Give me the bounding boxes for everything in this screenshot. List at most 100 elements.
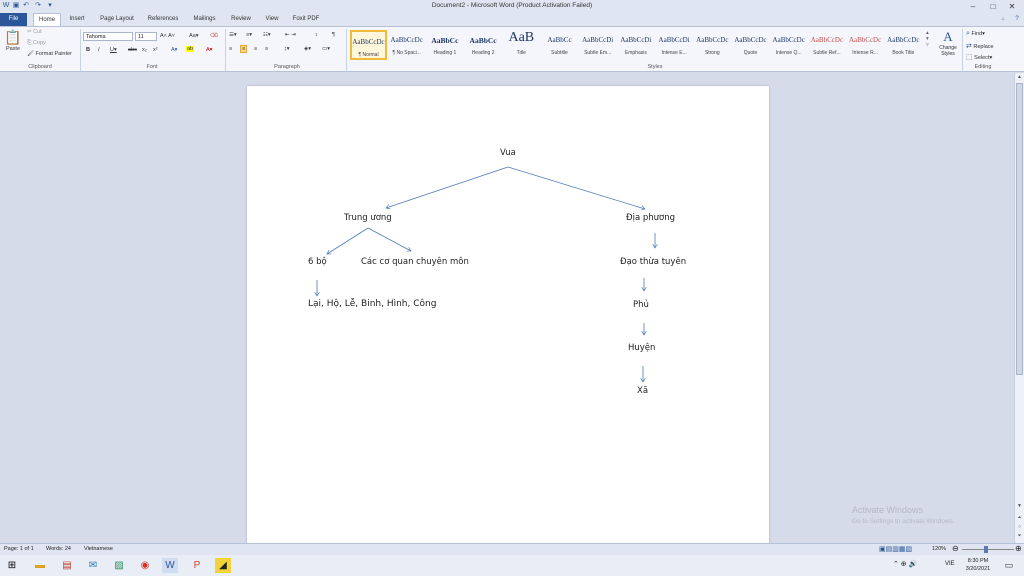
vertical-scrollbar[interactable]: ▲ ▼ ⏶ ○ ⏷ (1014, 73, 1024, 543)
tab-references[interactable]: References (144, 13, 182, 26)
app-icon[interactable]: ▤ (59, 558, 75, 573)
style-10[interactable]: AaBbCcDc Strong (694, 30, 731, 60)
subscript-button[interactable]: x₂ (142, 47, 147, 53)
gallery-scroll-icon[interactable]: ▴ ▾ ▿ (926, 30, 929, 48)
style-name: Book Title (892, 50, 915, 56)
select-icon: ⬚ (966, 54, 973, 61)
font-size-select[interactable]: 11 (135, 32, 157, 41)
notifications-icon[interactable]: ▭ (1001, 558, 1017, 573)
scroll-thumb[interactable] (1016, 83, 1023, 375)
style-3[interactable]: AaBbCc Heading 1 (426, 30, 463, 60)
justify-button[interactable]: ≡ (265, 46, 268, 52)
style-sample: AaBbCcDi (620, 36, 652, 44)
minimize-ribbon-icon[interactable]: ▵ (998, 13, 1008, 26)
grow-font-button[interactable]: A˄ A˅ (160, 33, 175, 39)
style-14[interactable]: AaBbCcDc Intense R... (847, 30, 884, 60)
style-2[interactable]: AaBbCcDc ¶ No Spaci... (388, 30, 425, 60)
format-painter-button[interactable]: 🖌 Format Painter (27, 51, 72, 57)
clock-time[interactable]: 8:30 PM (966, 558, 990, 564)
zoom-in-icon[interactable]: ⊕ (1015, 544, 1022, 553)
page-count[interactable]: Page: 1 of 1 (4, 546, 34, 552)
text-effects-icon[interactable]: A▾ (171, 47, 177, 53)
help-icon[interactable]: ? (1012, 13, 1022, 26)
tab-view[interactable]: View (261, 13, 283, 26)
style-15[interactable]: AaBbCcDc Book Title (885, 30, 922, 60)
tab-foxit-pdf[interactable]: Foxit PDF (289, 13, 323, 26)
highlight-icon[interactable]: ab (186, 46, 195, 52)
view-buttons[interactable]: ▣▤▥▦▧ (879, 545, 912, 553)
tab-review[interactable]: Review (227, 13, 255, 26)
align-right-button[interactable]: ≡ (254, 46, 257, 52)
bold-button[interactable]: B (86, 47, 90, 53)
style-5[interactable]: AaB Title (503, 30, 540, 60)
close-icon[interactable]: ✕ (1005, 1, 1019, 12)
sticky-app-icon[interactable]: ◢ (215, 558, 231, 573)
next-page-icon[interactable]: ⏷ (1016, 533, 1023, 541)
word-taskbar-icon[interactable]: W (162, 558, 178, 573)
bullets-button[interactable]: ☰▾ (229, 32, 237, 38)
numbering-button[interactable]: ≡▾ (246, 32, 252, 38)
image-app-icon[interactable]: ▨ (111, 558, 127, 573)
node-huyen: Huyện (628, 343, 656, 353)
cut-button[interactable]: ✂ Cut (27, 29, 42, 35)
find-button[interactable]: ⌕ Find▾ (966, 30, 985, 38)
word-count[interactable]: Words: 24 (46, 546, 71, 552)
style-7[interactable]: AaBbCcDi Subtle Em... (579, 30, 616, 60)
zoom-out-icon[interactable]: ⊖ (952, 544, 959, 553)
show-marks-icon[interactable]: ¶ (332, 32, 335, 38)
paste-button[interactable]: 📋 Paste (3, 29, 23, 59)
minimize-icon[interactable]: – (966, 1, 980, 12)
browse-object-icon[interactable]: ○ (1016, 524, 1023, 532)
input-language[interactable]: VIE (945, 561, 955, 567)
zoom-level[interactable]: 120% (932, 546, 946, 552)
multilevel-list-button[interactable]: ☷▾ (263, 32, 271, 38)
replace-button[interactable]: ⇄ Replace (966, 42, 994, 50)
clear-formatting-icon[interactable]: ⌫ (210, 33, 218, 39)
font-family-select[interactable]: Tahoma (83, 32, 133, 41)
scroll-up-icon[interactable]: ▲ (1016, 74, 1023, 82)
style-1[interactable]: AaBbCcDc ¶ Normal (350, 30, 387, 60)
zoom-slider-thumb[interactable] (984, 546, 988, 553)
borders-icon[interactable]: ▭▾ (322, 46, 330, 52)
style-11[interactable]: AaBbCcDc Quote (732, 30, 769, 60)
prev-page-icon[interactable]: ⏶ (1016, 515, 1023, 523)
indent-buttons[interactable]: ⇤ ⇥ (285, 32, 296, 38)
tab-mailings[interactable]: Mailings (188, 13, 221, 26)
powerpoint-icon[interactable]: P (189, 558, 205, 573)
font-color-icon[interactable]: A▾ (206, 47, 212, 53)
style-8[interactable]: AaBbCcDi Emphasis (617, 30, 654, 60)
change-case-button[interactable]: Aa▾ (189, 33, 199, 39)
style-13[interactable]: AaBbCcDc Subtle Ref... (808, 30, 845, 60)
change-styles-button[interactable]: A Change Styles (935, 29, 961, 57)
tab-insert[interactable]: Insert (64, 13, 90, 26)
style-4[interactable]: AaBbCc Heading 2 (465, 30, 502, 60)
scroll-down-icon[interactable]: ▼ (1016, 503, 1023, 511)
style-12[interactable]: AaBbCcDc Intense Q... (770, 30, 807, 60)
style-9[interactable]: AaBbCcDi Intense E... (656, 30, 693, 60)
sort-icon[interactable]: ↕ (315, 32, 318, 38)
align-left-button[interactable]: ≡ (229, 46, 232, 52)
tab-page-layout[interactable]: Page Layout (96, 13, 138, 26)
maximize-icon[interactable]: □ (986, 1, 1000, 12)
language-status[interactable]: Vietnamese (84, 546, 113, 552)
style-6[interactable]: AaBbCc Subtitle (541, 30, 578, 60)
line-spacing-button[interactable]: ↨▾ (284, 46, 290, 52)
mail-icon[interactable]: ✉ (85, 558, 101, 573)
superscript-button[interactable]: x² (153, 47, 158, 53)
shading-icon[interactable]: ◈▾ (304, 46, 311, 52)
select-button[interactable]: ⬚ Select▾ (966, 53, 992, 61)
strikethrough-button[interactable]: abc (128, 47, 137, 53)
tray-icons[interactable]: ⌃ ⊕ 🔊 (893, 560, 917, 568)
underline-button[interactable]: U▾ (110, 47, 117, 53)
italic-button[interactable]: I (98, 47, 100, 53)
align-center-button[interactable]: ≡ (240, 45, 248, 53)
document-page[interactable]: Vua Trung ương Địa phương 6 bộ Các cơ qu… (247, 86, 769, 544)
file-explorer-icon[interactable]: ▬ (32, 558, 48, 573)
chrome-icon[interactable]: ◉ (137, 558, 153, 573)
start-icon[interactable]: ⊞ (4, 558, 20, 573)
tab-home[interactable]: Home (33, 13, 61, 26)
clock-date[interactable]: 3/20/2021 (964, 566, 992, 572)
zoom-slider[interactable] (962, 549, 1014, 550)
copy-button[interactable]: ⎘ Copy (27, 40, 46, 47)
tab-file[interactable]: File (0, 13, 27, 26)
